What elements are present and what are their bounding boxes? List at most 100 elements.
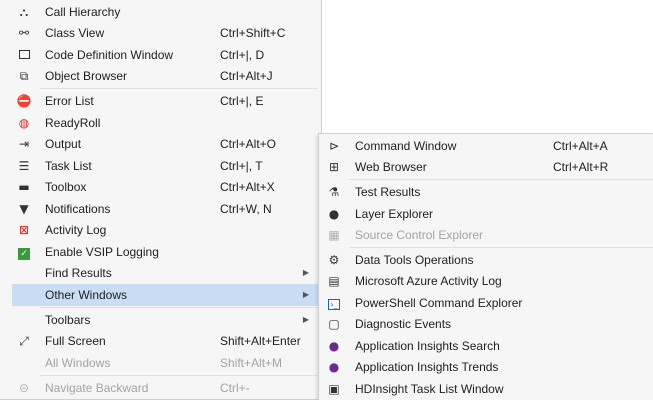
menu-item-shortcut: Ctrl+|, E — [220, 94, 264, 108]
menu-item-output[interactable]: ⇥ Output Ctrl+Alt+O — [0, 133, 321, 155]
menu-item-label: Enable VSIP Logging — [45, 245, 159, 259]
menu-separator — [349, 247, 653, 248]
submenu-item-source-control-explorer[interactable]: ▦ Source Control Explorer — [319, 224, 653, 246]
menu-item-task-list[interactable]: ☰ Task List Ctrl+|, T — [0, 155, 321, 177]
powershell-icon: ›_ — [326, 296, 342, 310]
app-insights-search-icon: ● — [328, 339, 340, 353]
menu-item-label: Task List — [45, 159, 92, 173]
menu-item-shortcut: Ctrl+|, D — [220, 48, 265, 62]
menu-item-navigate-backward[interactable]: ⊝ Navigate Backward Ctrl+- — [0, 377, 321, 399]
menu-item-label: Application Insights Search — [355, 339, 500, 353]
menu-item-label: Navigate Backward — [45, 381, 149, 395]
menu-item-label: Find Results — [45, 266, 112, 280]
menu-item-label: Data Tools Operations — [355, 253, 474, 267]
object-browser-icon: ⧉ — [19, 69, 29, 83]
menu-separator — [40, 375, 317, 376]
submenu-item-data-tools-operations[interactable]: ⚙ Data Tools Operations — [319, 249, 653, 271]
hdinsight-task-list-icon: ▣ — [328, 382, 340, 396]
full-screen-icon: ⤢ — [19, 334, 29, 348]
menu-item-label: All Windows — [45, 356, 111, 370]
menu-separator — [40, 307, 317, 308]
menu-item-label: Toolbars — [45, 313, 91, 327]
menu-item-label: Full Screen — [45, 334, 106, 348]
menu-item-label: Layer Explorer — [355, 207, 434, 221]
task-list-icon: ☰ — [18, 159, 30, 173]
menu-item-label: Test Results — [355, 185, 421, 199]
menu-item-toolbox[interactable]: ▬ Toolbox Ctrl+Alt+X — [0, 176, 321, 198]
menu-item-label: Notifications — [45, 202, 111, 216]
submenu-arrow-icon: ▶ — [302, 315, 309, 324]
menu-item-shortcut: Ctrl+- — [220, 381, 250, 395]
menu-item-enable-vsip-logging[interactable]: ✓ Enable VSIP Logging — [0, 241, 321, 263]
menu-item-label: Application Insights Trends — [355, 360, 499, 374]
submenu-arrow-icon: ▶ — [302, 268, 309, 277]
submenu-item-app-insights-trends[interactable]: ● Application Insights Trends — [319, 356, 653, 378]
submenu-item-app-insights-search[interactable]: ● Application Insights Search — [319, 335, 653, 357]
submenu-item-layer-explorer[interactable]: ● Layer Explorer — [319, 203, 653, 225]
menu-item-object-browser[interactable]: ⧉ Object Browser Ctrl+Alt+J — [0, 65, 321, 87]
vsip-logging-icon: ✓ — [16, 245, 32, 260]
source-control-explorer-icon: ▦ — [328, 228, 340, 242]
other-windows-submenu: ⊳ Command Window Ctrl+Alt+A ⊞ Web Browse… — [318, 133, 653, 400]
menu-separator — [349, 179, 653, 180]
submenu-item-web-browser[interactable]: ⊞ Web Browser Ctrl+Alt+R — [319, 156, 653, 178]
view-menu-dropdown: ⛬ Call Hierarchy ⚯ Class View Ctrl+Shift… — [0, 0, 322, 400]
app-insights-trends-icon: ● — [328, 360, 340, 374]
menu-item-toolbars[interactable]: Toolbars ▶ — [0, 309, 321, 331]
menu-item-label: Microsoft Azure Activity Log — [355, 274, 502, 288]
menu-item-shortcut: Shift+Alt+Enter — [220, 334, 301, 348]
menu-item-other-windows[interactable]: Other Windows ▶ — [12, 284, 319, 306]
menu-item-code-definition-window[interactable]: Code Definition Window Ctrl+|, D — [0, 44, 321, 66]
notifications-icon: ▼ — [19, 202, 29, 216]
submenu-item-command-window[interactable]: ⊳ Command Window Ctrl+Alt+A — [319, 135, 653, 157]
menu-item-call-hierarchy[interactable]: ⛬ Call Hierarchy — [0, 1, 321, 23]
menu-item-error-list[interactable]: ⛔ Error List Ctrl+|, E — [0, 90, 321, 112]
menu-item-notifications[interactable]: ▼ Notifications Ctrl+W, N — [0, 198, 321, 220]
submenu-item-powershell-command-explorer[interactable]: ›_ PowerShell Command Explorer — [319, 292, 653, 314]
menu-item-shortcut: Ctrl+Alt+R — [553, 160, 609, 174]
menu-item-label: Call Hierarchy — [45, 5, 121, 19]
output-icon: ⇥ — [18, 137, 30, 151]
menu-item-full-screen[interactable]: ⤢ Full Screen Shift+Alt+Enter — [0, 330, 321, 352]
menu-item-label: Class View — [45, 26, 105, 40]
submenu-arrow-icon: ▶ — [302, 290, 309, 299]
class-view-icon: ⚯ — [18, 26, 30, 40]
menu-item-label: ReadyRoll — [45, 116, 101, 130]
menu-item-label: Web Browser — [355, 160, 427, 174]
menu-item-shortcut: Shift+Alt+M — [220, 356, 283, 370]
menu-item-find-results[interactable]: Find Results ▶ — [0, 262, 321, 284]
menu-item-shortcut: Ctrl+Alt+J — [220, 69, 273, 83]
menu-item-shortcut: Ctrl+W, N — [220, 202, 272, 216]
menu-item-shortcut: Ctrl+Alt+X — [220, 180, 275, 194]
menu-item-readyroll[interactable]: ◍ ReadyRoll — [0, 112, 321, 134]
menu-item-shortcut: Ctrl+Alt+A — [553, 139, 608, 153]
test-results-icon: ⚗ — [328, 185, 340, 199]
toolbox-icon: ▬ — [18, 180, 30, 194]
menu-item-label: Output — [45, 137, 82, 151]
navigate-backward-icon: ⊝ — [18, 381, 30, 395]
submenu-item-hdinsight-task-list[interactable]: ▣ HDInsight Task List Window — [319, 378, 653, 400]
menu-item-label: Toolbox — [45, 180, 87, 194]
submenu-item-azure-activity-log[interactable]: ▤ Microsoft Azure Activity Log — [319, 270, 653, 292]
activity-log-icon: ⊠ — [18, 223, 30, 237]
menu-separator — [40, 88, 317, 89]
submenu-item-test-results[interactable]: ⚗ Test Results — [319, 181, 653, 203]
menu-item-label: Activity Log — [45, 223, 107, 237]
diagnostic-events-icon: ▢ — [328, 317, 340, 331]
code-definition-icon — [16, 48, 32, 62]
azure-activity-log-icon: ▤ — [328, 274, 340, 288]
menu-item-all-windows[interactable]: All Windows Shift+Alt+M — [0, 352, 321, 374]
menu-item-label: Source Control Explorer — [355, 228, 484, 242]
command-window-icon: ⊳ — [328, 139, 340, 153]
menu-item-label: Other Windows — [45, 288, 128, 302]
submenu-item-diagnostic-events[interactable]: ▢ Diagnostic Events — [319, 313, 653, 335]
menu-item-label: Diagnostic Events — [355, 317, 452, 331]
menu-item-shortcut: Ctrl+|, T — [220, 159, 263, 173]
error-list-icon: ⛔ — [16, 94, 32, 108]
menu-item-label: Object Browser — [45, 69, 128, 83]
menu-item-label: Command Window — [355, 139, 457, 153]
menu-item-shortcut: Ctrl+Alt+O — [220, 137, 277, 151]
menu-item-activity-log[interactable]: ⊠ Activity Log — [0, 219, 321, 241]
menu-item-class-view[interactable]: ⚯ Class View Ctrl+Shift+C — [0, 22, 321, 44]
menu-item-label: Code Definition Window — [45, 48, 174, 62]
